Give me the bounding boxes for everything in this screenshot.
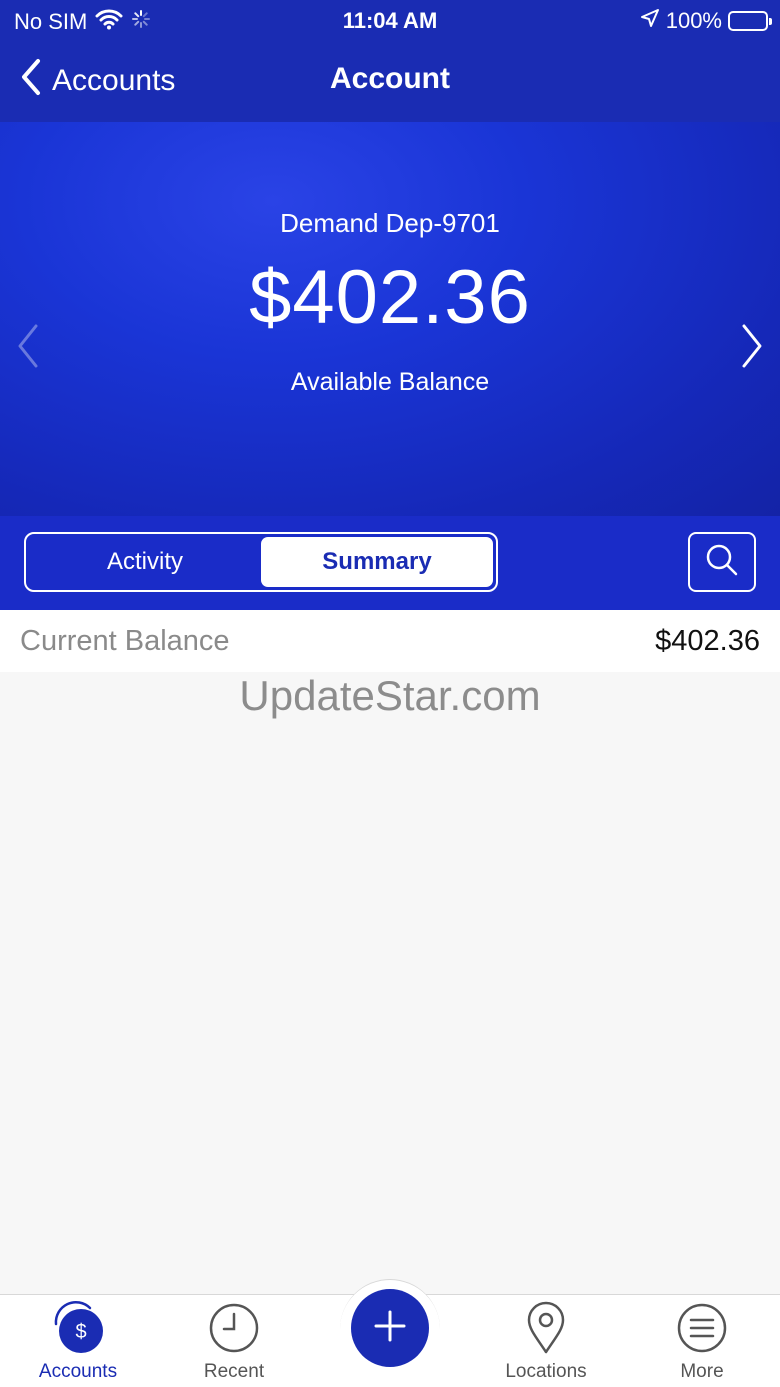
next-account-button[interactable]	[740, 322, 764, 375]
svg-text:$: $	[75, 1321, 86, 1343]
status-right: 100%	[640, 8, 772, 34]
clock-icon	[208, 1302, 260, 1359]
search-icon	[704, 542, 740, 583]
chevron-left-icon	[16, 324, 40, 374]
tab-accounts[interactable]: $ Accounts	[0, 1300, 156, 1383]
search-button[interactable]	[688, 532, 756, 592]
current-balance-value: $402.36	[655, 624, 760, 657]
menu-icon	[676, 1302, 728, 1359]
tab-activity[interactable]: Activity	[29, 537, 261, 587]
chevron-right-icon	[740, 324, 764, 374]
tab-recent[interactable]: Recent	[156, 1303, 312, 1383]
dollar-coin-icon: $	[50, 1300, 106, 1361]
account-name: Demand Dep-9701	[280, 208, 500, 238]
page-title: Account	[330, 62, 450, 95]
view-controls: Activity Summary	[0, 516, 780, 610]
navigation-bar: Accounts Account	[0, 40, 780, 122]
watermark: UpdateStar.com	[239, 672, 541, 719]
tab-bar: $ Accounts Recent Locations More	[0, 1279, 780, 1387]
tab-locations-label: Locations	[505, 1361, 587, 1382]
current-balance-label: Current Balance	[20, 624, 230, 657]
map-pin-icon	[526, 1301, 566, 1360]
available-balance-amount: $402.36	[249, 255, 531, 340]
account-header: Demand Dep-9701 $402.36 Available Balanc…	[0, 122, 780, 516]
status-bar: No SIM 11:04 AM 100%	[0, 0, 780, 40]
add-action-button[interactable]	[351, 1289, 429, 1367]
tab-locations[interactable]: Locations	[468, 1301, 624, 1383]
activity-summary-segmented-control: Activity Summary	[24, 532, 498, 592]
tab-more[interactable]: More	[624, 1303, 780, 1383]
location-arrow-icon	[640, 8, 660, 34]
tab-recent-label: Recent	[203, 1361, 265, 1382]
available-balance-label: Available Balance	[290, 368, 490, 396]
previous-account-button[interactable]	[16, 322, 40, 375]
battery-percent: 100%	[665, 8, 722, 33]
tab-more-label: More	[680, 1361, 724, 1382]
battery-icon	[728, 11, 772, 31]
tab-summary[interactable]: Summary	[261, 537, 493, 587]
tab-accounts-label: Accounts	[38, 1361, 118, 1382]
plus-icon	[373, 1309, 407, 1348]
summary-row-current-balance: Current Balance $402.36	[0, 610, 780, 672]
